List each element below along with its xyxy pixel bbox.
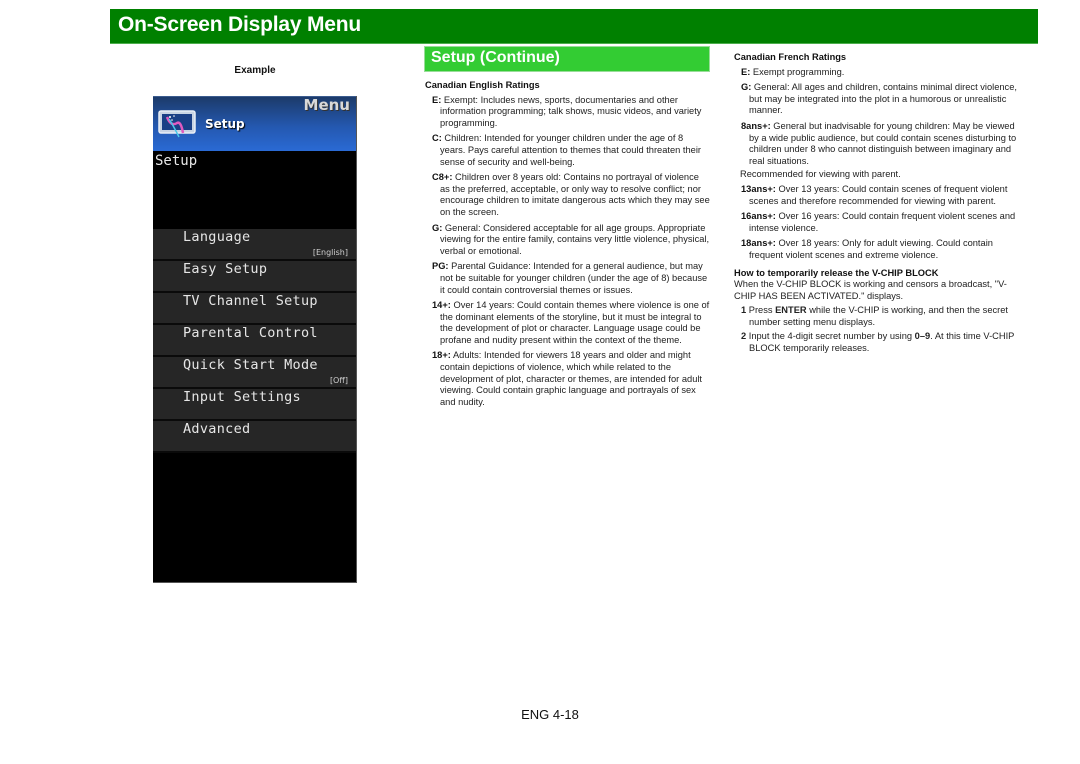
rating-entry: 14+: Over 14 years: Could contain themes… (427, 300, 710, 346)
rating-code: C8+: (432, 172, 453, 183)
rating-entry: 16ans+: Over 16 years: Could contain fre… (736, 211, 1024, 234)
rating-text: Over 16 years: Could contain frequent vi… (749, 211, 1016, 233)
rating-text: General but inadvisable for young childr… (749, 120, 1017, 166)
english-ratings-heading: Canadian English Ratings (425, 80, 540, 90)
step-text: Input the 4-digit secret number by using (746, 331, 915, 342)
tv-menu-item-quick-start-mode[interactable]: Quick Start Mode [Off] (153, 357, 356, 389)
page-number: ENG 4-18 (521, 707, 579, 722)
vchip-step: 2 Input the 4-digit secret number by usi… (736, 331, 1024, 354)
tv-menu-header: Menu Setup (153, 96, 356, 151)
page-header-banner: On-Screen Display Menu (110, 9, 1038, 44)
rating-text: Children: Intended for younger children … (440, 133, 701, 167)
rating-entry: E: Exempt programming. (736, 67, 1024, 79)
rating-text: Adults: Intended for viewers 18 years an… (440, 350, 703, 407)
tv-menu-item-value: [Off] (329, 376, 348, 385)
tv-menu-section-title: Setup (155, 153, 198, 169)
rating-text: General: All ages and children, contains… (749, 82, 1017, 116)
tv-menu-item-tv-channel-setup[interactable]: TV Channel Setup (153, 293, 356, 325)
rating-entry: 18+: Adults: Intended for viewers 18 yea… (427, 350, 710, 408)
rating-text: Parental Guidance: Intended for a genera… (440, 261, 708, 295)
section-title: Setup (Continue) (431, 49, 560, 66)
rating-code: G: (741, 82, 752, 93)
tv-menu-item-label: TV Channel Setup (183, 293, 318, 309)
rating-entry: E: Exempt: Includes news, sports, docume… (427, 95, 710, 130)
tv-menu-item-input-settings[interactable]: Input Settings (153, 389, 356, 421)
rating-text: Over 18 years: Only for adult viewing. C… (749, 238, 993, 260)
vchip-intro: When the V-CHIP BLOCK is working and cen… (734, 279, 1007, 301)
rating-text: Children over 8 years old: Contains no p… (440, 172, 710, 217)
rating-entry: G: General: Considered acceptable for al… (427, 223, 710, 258)
rating-text: Over 14 years: Could contain themes wher… (440, 300, 710, 345)
rating-code: 13ans+: (741, 183, 776, 194)
tv-menu-item-label: Parental Control (183, 325, 318, 341)
tv-menu-item-label: Quick Start Mode (183, 357, 318, 373)
section-header: Setup (Continue) (424, 46, 710, 72)
vchip-step: 1 Press ENTER while the V-CHIP is workin… (736, 305, 1024, 328)
rating-code: 8ans+: (741, 120, 771, 131)
rating-code: 14+: (432, 300, 451, 311)
tv-menu-item-label: Input Settings (183, 389, 301, 405)
rating-text: Over 13 years: Could contain scenes of f… (749, 183, 1008, 206)
example-label: Example (234, 65, 276, 76)
setup-tv-icon (158, 110, 196, 138)
tv-menu-screenshot: Menu Setup Setup Language [English] Easy… (153, 96, 357, 583)
rating-code: 18ans+: (741, 238, 776, 249)
tv-menu-title: Menu (303, 96, 350, 114)
rating-code: E: (741, 66, 751, 77)
step-key: ENTER (775, 305, 807, 316)
rating-code: PG: (432, 261, 449, 272)
rating-text: Exempt: Includes news, sports, documenta… (440, 94, 702, 128)
step-key: 0–9 (914, 331, 931, 342)
rating-entry: C8+: Children over 8 years old: Contains… (427, 172, 710, 218)
tv-menu-item-label: Language (183, 229, 251, 245)
vchip-heading: How to temporarily release the V-CHIP BL… (734, 267, 939, 278)
rating-entry: 18ans+: Over 18 years: Only for adult vi… (736, 238, 1024, 261)
rating-code: 18+: (432, 350, 451, 361)
rating-text: Exempt programming. (750, 66, 845, 77)
english-ratings-column: Canadian English Ratings E: Exempt: Incl… (425, 80, 710, 412)
rating-entry: 13ans+: Over 13 years: Could contain sce… (736, 184, 1024, 207)
tv-menu-item-label: Easy Setup (183, 261, 268, 277)
tv-menu-item-parental-control[interactable]: Parental Control (153, 325, 356, 357)
rating-code: G: (432, 222, 443, 233)
rating-entry: 8ans+: General but inadvisable for young… (736, 121, 1024, 167)
tv-menu-item-advanced[interactable]: Advanced (153, 421, 356, 453)
tv-menu-category: Setup (205, 117, 245, 131)
tv-menu-list: Language [English] Easy Setup TV Channel… (153, 229, 356, 453)
rating-entry: PG: Parental Guidance: Intended for a ge… (427, 261, 710, 296)
tv-menu-item-easy-setup[interactable]: Easy Setup (153, 261, 356, 293)
french-ratings-column: Canadian French Ratings E: Exempt progra… (734, 52, 1024, 358)
rating-entry: G: General: All ages and children, conta… (736, 82, 1024, 117)
tv-menu-item-value: [English] (312, 248, 348, 257)
french-ratings-heading: Canadian French Ratings (734, 52, 847, 62)
rating-code: C: (432, 133, 442, 144)
step-text: Press (746, 305, 776, 316)
rating-code: 16ans+: (741, 211, 776, 222)
rating-note: Recommended for viewing with parent. (740, 169, 901, 180)
tv-menu-item-label: Advanced (183, 421, 251, 437)
tv-menu-item-language[interactable]: Language [English] (153, 229, 356, 261)
rating-entry: C: Children: Intended for younger childr… (427, 133, 710, 168)
rating-code: E: (432, 94, 442, 105)
rating-text: General: Considered acceptable for all a… (440, 222, 710, 256)
page-title: On-Screen Display Menu (118, 13, 361, 36)
